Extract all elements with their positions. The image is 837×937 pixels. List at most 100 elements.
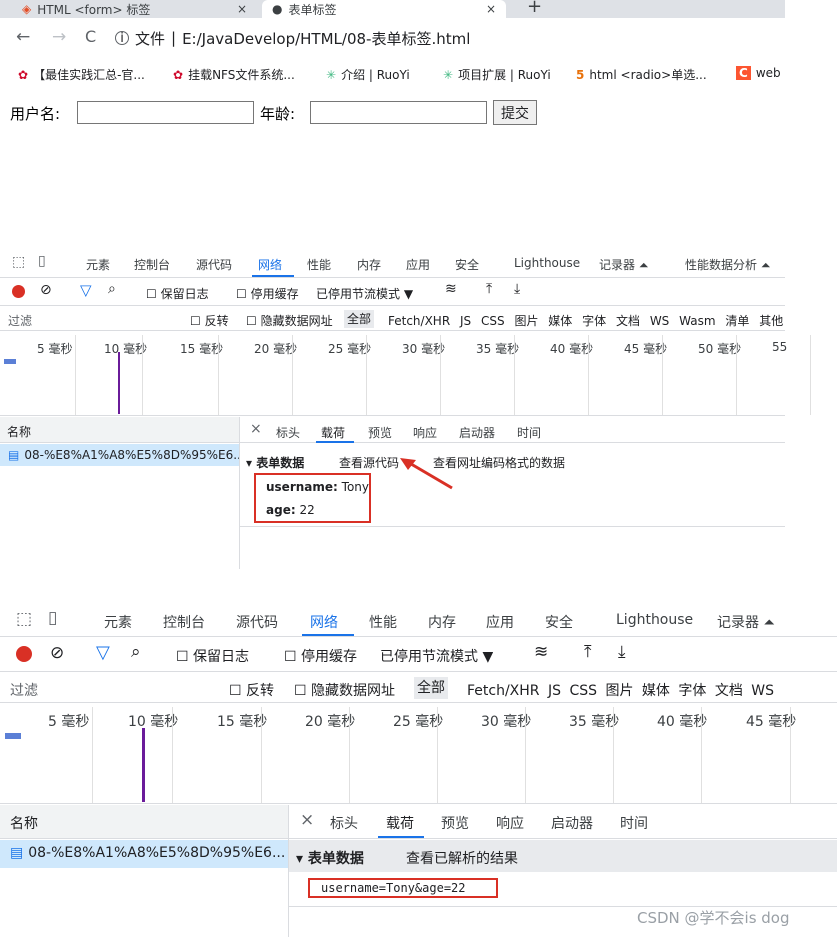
tab-elements[interactable]: 元素: [104, 612, 132, 632]
tab-memory[interactable]: 内存: [357, 256, 381, 273]
leaf-icon: ✳: [326, 67, 337, 82]
tab-console[interactable]: 控制台: [134, 256, 170, 273]
tab-recorder[interactable]: 记录器 ⏶: [717, 612, 775, 632]
clear-icon[interactable]: ⊘: [40, 282, 52, 298]
tab-lighthouse[interactable]: Lighthouse: [616, 612, 693, 628]
tab-performance[interactable]: 性能: [307, 256, 331, 273]
tab-response[interactable]: 响应: [496, 813, 524, 833]
hide-data-urls-checkbox[interactable]: ☐ 隐藏数据网址: [294, 680, 395, 700]
tab-sources[interactable]: 源代码: [236, 612, 278, 632]
tab-performance-insights[interactable]: 性能数据分析 ⏶: [685, 256, 770, 273]
info-icon[interactable]: i: [115, 31, 129, 46]
import-icon[interactable]: ⤒: [486, 281, 492, 297]
clear-icon[interactable]: ⊘: [50, 643, 64, 663]
address-bar[interactable]: i 文件 | E:/JavaDevelop/HTML/08-表单标签.html: [115, 22, 785, 54]
timeline-gridline: [142, 335, 143, 415]
throttling-select[interactable]: 已停用节流模式 ▼: [380, 646, 493, 666]
tab-timing[interactable]: 时间: [620, 813, 648, 833]
bookmark-item[interactable]: ✿ 挂载NFS文件系统...: [173, 66, 295, 83]
address-url[interactable]: E:/JavaDevelop/HTML/08-表单标签.html: [182, 28, 470, 49]
tab-payload[interactable]: 载荷: [321, 424, 345, 441]
tab-elements[interactable]: 元素: [86, 256, 110, 273]
network-conditions-icon[interactable]: ≋: [534, 642, 548, 662]
inspect-icon[interactable]: ⬚: [12, 254, 25, 270]
bookmark-item[interactable]: ✳ 项目扩展 | RuoYi: [443, 66, 551, 83]
tab-security[interactable]: 安全: [545, 612, 573, 632]
throttling-select[interactable]: 已停用节流模式 ▼: [316, 285, 413, 302]
tab-performance[interactable]: 性能: [369, 612, 397, 632]
network-conditions-icon[interactable]: ≋: [445, 281, 457, 297]
filter-all[interactable]: 全部: [414, 677, 448, 699]
tab-network[interactable]: 网络: [258, 256, 282, 273]
tab-recorder[interactable]: 记录器 ⏶: [599, 256, 648, 273]
export-icon[interactable]: ⤓: [618, 642, 626, 662]
filter-icon[interactable]: ▽: [96, 642, 110, 663]
tab-preview[interactable]: 预览: [368, 424, 392, 441]
hide-data-urls-checkbox[interactable]: ☐ 隐藏数据网址: [246, 312, 333, 329]
tab-response[interactable]: 响应: [413, 424, 437, 441]
tab-form-tags[interactable]: ● 表单标签 ×: [262, 0, 506, 18]
age-input[interactable]: [310, 101, 487, 124]
search-icon[interactable]: ⌕: [108, 281, 116, 297]
forward-button[interactable]: →: [52, 27, 66, 47]
invert-checkbox[interactable]: ☐ 反转: [229, 680, 274, 700]
tab-security[interactable]: 安全: [455, 256, 479, 273]
filter-input[interactable]: 过滤: [8, 312, 32, 329]
inspect-icon[interactable]: ⬚: [16, 609, 32, 629]
tab-headers[interactable]: 标头: [276, 424, 300, 441]
disable-cache-checkbox[interactable]: ☐ 停用缓存: [236, 285, 299, 302]
tab-timing[interactable]: 时间: [517, 424, 541, 441]
tab-console[interactable]: 控制台: [163, 612, 205, 632]
tab-lighthouse[interactable]: Lighthouse: [514, 256, 580, 270]
tab-initiator[interactable]: 启动器: [459, 424, 495, 441]
close-tab-icon[interactable]: ×: [486, 2, 496, 16]
tab-sources[interactable]: 源代码: [196, 256, 232, 273]
timeline-gridline: [810, 335, 811, 415]
filter-types[interactable]: Fetch/XHR JS CSS 图片 媒体 字体 文档 WS Wasm 清单 …: [388, 312, 783, 329]
submit-button[interactable]: 提交: [493, 100, 537, 125]
filter-all[interactable]: 全部: [344, 310, 375, 328]
device-toolbar-icon[interactable]: ▯: [48, 608, 57, 628]
request-row[interactable]: ▤ 08-%E8%A1%A8%E5%8D%95%E6...: [0, 840, 288, 868]
request-row[interactable]: ▤ 08-%E8%A1%A8%E5%8D%95%E6...: [0, 444, 239, 466]
filter-types[interactable]: Fetch/XHR JS CSS 图片 媒体 字体 文档 WS: [467, 680, 837, 700]
close-detail-icon[interactable]: ×: [250, 421, 262, 437]
new-tab-button[interactable]: +: [527, 0, 542, 17]
close-detail-icon[interactable]: ×: [300, 810, 314, 830]
tab-memory[interactable]: 内存: [428, 612, 456, 632]
filter-input[interactable]: 过滤: [10, 680, 38, 700]
bookmark-item[interactable]: 5 html <radio>单选...: [576, 66, 707, 83]
bookmark-item[interactable]: Cweb: [736, 66, 781, 80]
tab-initiator[interactable]: 启动器: [551, 813, 593, 833]
reload-button[interactable]: C: [85, 27, 96, 46]
search-icon[interactable]: ⌕: [131, 642, 141, 662]
record-icon[interactable]: [12, 285, 25, 298]
bookmark-item[interactable]: ✳ 介绍 | RuoYi: [326, 66, 410, 83]
tab-payload[interactable]: 载荷: [386, 813, 414, 833]
device-toolbar-icon[interactable]: ▯: [38, 253, 46, 269]
form-data-section-toggle[interactable]: ▾ 表单数据: [246, 454, 304, 471]
username-input[interactable]: [77, 101, 254, 124]
timeline-tick: 25 毫秒: [328, 342, 372, 356]
tab-network[interactable]: 网络: [310, 612, 338, 632]
preserve-log-checkbox[interactable]: ☐ 保留日志: [176, 646, 249, 666]
disable-cache-checkbox[interactable]: ☐ 停用缓存: [284, 646, 357, 666]
tab-html-form[interactable]: ◈ HTML <form> 标签 ×: [12, 0, 257, 18]
view-parsed-link[interactable]: 查看已解析的结果: [406, 848, 518, 868]
view-source-link[interactable]: 查看源代码: [339, 454, 399, 471]
close-tab-icon[interactable]: ×: [237, 2, 247, 16]
back-button[interactable]: ←: [16, 27, 30, 47]
tab-application[interactable]: 应用: [486, 612, 514, 632]
filter-icon[interactable]: ▽: [80, 281, 92, 299]
export-icon[interactable]: ⤓: [514, 281, 520, 297]
import-icon[interactable]: ⤒: [584, 642, 592, 662]
tab-application[interactable]: 应用: [406, 256, 430, 273]
form-data-section-toggle[interactable]: ▾ 表单数据: [296, 848, 364, 868]
invert-checkbox[interactable]: ☐ 反转: [190, 312, 229, 329]
bookmark-item[interactable]: ✿ 【最佳实践汇总-官...: [18, 66, 145, 83]
preserve-log-checkbox[interactable]: ☐ 保留日志: [146, 285, 209, 302]
tab-preview[interactable]: 预览: [441, 813, 469, 833]
tab-headers[interactable]: 标头: [330, 813, 358, 833]
timeline-tick: 35 毫秒: [476, 342, 520, 356]
record-icon[interactable]: [16, 646, 32, 662]
